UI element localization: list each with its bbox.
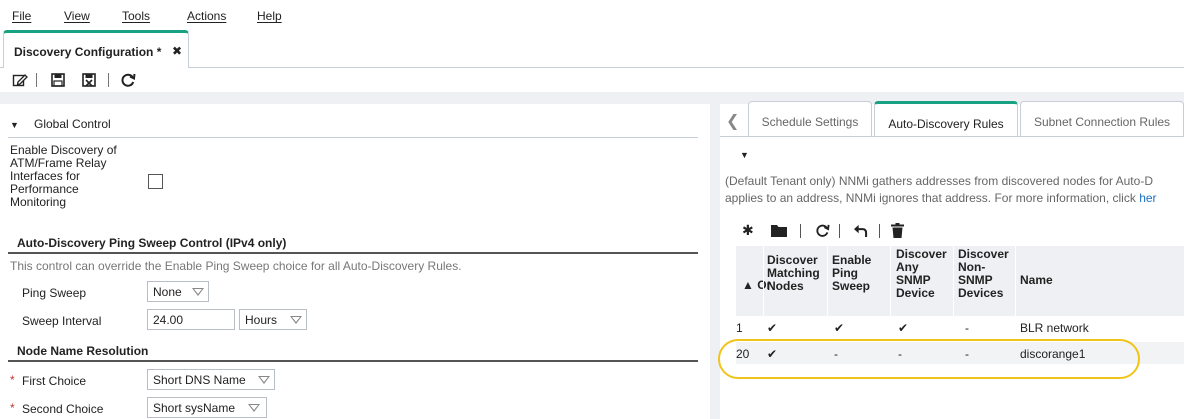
chevron-down-icon	[258, 376, 270, 384]
section-rule	[8, 252, 698, 254]
highlight-annotation	[718, 339, 1140, 379]
tab-label: Discovery Configuration *	[14, 45, 162, 59]
required-mark: *	[10, 401, 15, 415]
refresh-icon[interactable]	[120, 72, 136, 88]
menu-help[interactable]: Help	[257, 9, 282, 23]
ping-sweep-note: This control can override the Enable Pin…	[10, 259, 462, 273]
section-rule	[8, 360, 698, 362]
toolbar-separator	[36, 73, 37, 87]
save-icon[interactable]	[50, 72, 66, 88]
menu-bar: File View Tools Actions Help	[0, 0, 1184, 28]
column-discover-any-snmp-header[interactable]: Discover Any SNMP Device	[896, 248, 947, 300]
second-choice-value: Short sysName	[153, 401, 236, 415]
column-discover-matching-header[interactable]: Discover Matching Nodes	[767, 254, 820, 293]
column-divider	[763, 246, 764, 316]
cell-name: BLR network	[1020, 321, 1089, 335]
undo-icon[interactable]	[853, 224, 868, 237]
save-and-close-icon[interactable]	[81, 72, 97, 88]
column-divider	[890, 246, 891, 316]
first-choice-select[interactable]: Short DNS Name	[147, 369, 275, 390]
sweep-interval-unit-select[interactable]: Hours	[239, 309, 307, 330]
sweep-interval-input[interactable]	[147, 309, 235, 330]
first-choice-label: First Choice	[22, 374, 87, 388]
tab-discovery-configuration[interactable]: Discovery Configuration * ✖	[3, 30, 189, 68]
document-tab-strip: Discovery Configuration * ✖	[0, 28, 1184, 68]
tab-scroll-left-icon[interactable]: ❮	[726, 111, 739, 131]
form-toolbar	[0, 68, 1184, 92]
chevron-down-icon	[248, 404, 260, 412]
new-icon[interactable]: ✱	[742, 222, 754, 239]
header-line: Nodes	[767, 279, 804, 293]
second-choice-select[interactable]: Short sysName	[147, 397, 267, 418]
refresh-icon[interactable]	[815, 223, 830, 238]
toolbar-separator	[800, 224, 801, 238]
description-text: applies to an address, NNMi ignores that…	[725, 191, 1140, 205]
delete-icon[interactable]	[891, 223, 904, 238]
menu-actions[interactable]: Actions	[187, 9, 226, 23]
menu-file[interactable]: File	[12, 9, 31, 23]
column-discover-non-snmp-header[interactable]: Discover Non- SNMP Devices	[958, 248, 1009, 300]
close-tab-icon[interactable]: ✖	[172, 44, 182, 58]
atm-frame-relay-checkbox[interactable]	[148, 174, 163, 189]
pane-splitter[interactable]	[710, 92, 720, 419]
tab-label: Auto-Discovery Rules	[888, 117, 1004, 131]
table-row[interactable]: 1 ✔ ✔ ✔ - BLR network	[736, 316, 1184, 338]
tab-subnet-connection-rules[interactable]: Subnet Connection Rules	[1020, 101, 1184, 137]
global-control-toggle[interactable]: Global Control	[34, 117, 111, 131]
ping-sweep-select[interactable]: None	[147, 281, 209, 302]
tab-label: Subnet Connection Rules	[1033, 115, 1171, 129]
toolbar-separator	[879, 224, 880, 238]
atm-label-line: Monitoring	[10, 195, 67, 209]
tab-label: Schedule Settings	[761, 115, 859, 129]
header-line: Sweep	[832, 279, 871, 293]
column-divider	[953, 246, 954, 316]
tab-schedule-settings[interactable]: Schedule Settings	[748, 101, 872, 137]
tab-auto-discovery-rules[interactable]: Auto-Discovery Rules	[874, 101, 1018, 138]
ping-sweep-value: None	[153, 285, 182, 299]
toolbar-separator	[108, 73, 109, 87]
second-choice-label: Second Choice	[22, 402, 104, 416]
description-line: (Default Tenant only) NNMi gathers addre…	[725, 174, 1153, 188]
column-enable-ping-sweep-header[interactable]: Enable Ping Sweep	[832, 254, 871, 293]
open-folder-icon[interactable]	[771, 224, 787, 237]
sweep-unit-value: Hours	[245, 313, 278, 327]
ping-sweep-label: Ping Sweep	[22, 286, 87, 300]
collapse-triangle-icon[interactable]: ▼	[740, 150, 749, 160]
cell-discover-non-snmp: -	[965, 321, 969, 335]
cell-order: 1	[736, 321, 743, 335]
edit-icon[interactable]	[12, 72, 28, 88]
collapse-triangle-icon[interactable]: ▼	[10, 120, 19, 130]
toolbar-separator	[839, 224, 840, 238]
cell-discover-matching: ✔	[767, 321, 778, 335]
column-name-header[interactable]: Name	[1020, 274, 1053, 287]
column-divider	[1015, 246, 1016, 316]
rules-table-header: ▲ Or Discover Matching Nodes Enable Ping…	[736, 246, 1184, 316]
first-choice-value: Short DNS Name	[153, 373, 246, 387]
cell-enable-ping: ✔	[834, 321, 845, 335]
sweep-interval-label: Sweep Interval	[22, 314, 102, 328]
atm-frame-relay-label: Enable Discovery of ATM/Frame Relay Inte…	[10, 144, 150, 209]
menu-view[interactable]: View	[64, 9, 90, 23]
chevron-down-icon	[192, 288, 204, 296]
more-info-link[interactable]: her	[1139, 191, 1156, 205]
chevron-down-icon	[290, 316, 302, 324]
ping-sweep-section-title: Auto-Discovery Ping Sweep Control (IPv4 …	[17, 236, 287, 250]
cell-discover-any-snmp: ✔	[898, 321, 909, 335]
section-divider	[8, 137, 698, 138]
column-divider	[827, 246, 828, 316]
menu-tools[interactable]: Tools	[122, 9, 150, 23]
node-name-resolution-title: Node Name Resolution	[17, 344, 149, 358]
description-line-2: applies to an address, NNMi ignores that…	[725, 191, 1157, 205]
required-mark: *	[10, 373, 15, 387]
header-line: Devices	[958, 286, 1004, 300]
header-line: Device	[896, 286, 935, 300]
